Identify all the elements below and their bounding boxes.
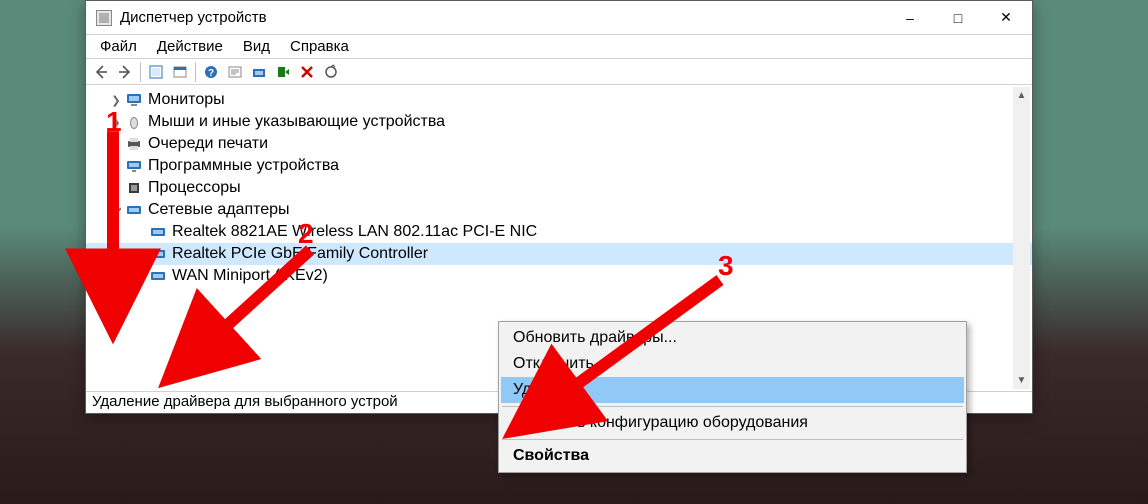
expander-icon[interactable]: ❯ xyxy=(108,182,124,195)
menu-action[interactable]: Действие xyxy=(147,36,233,57)
nic-icon xyxy=(150,268,166,284)
nic-icon xyxy=(150,246,166,262)
toolbar-separator xyxy=(140,62,141,82)
tree-label: Мыши и иные указывающие устройства xyxy=(148,113,445,131)
tree-label: Очереди печати xyxy=(148,135,268,153)
tree-label: Мониторы xyxy=(148,91,225,109)
software-icon xyxy=(126,158,142,174)
context-menu: Обновить драйверы... Отключить Удалить О… xyxy=(498,321,967,473)
annotation-number-2: 2 xyxy=(298,218,314,250)
menubar: Файл Действие Вид Справка xyxy=(86,35,1032,59)
ctx-scan-hardware[interactable]: Обновить конфигурацию оборудования xyxy=(501,410,964,436)
cpu-icon xyxy=(126,180,142,196)
ctx-separator xyxy=(502,406,963,407)
tree-item-wlan[interactable]: Realtek 8821AE Wireless LAN 802.11ac PCI… xyxy=(86,221,1032,243)
mouse-icon xyxy=(126,114,142,130)
monitor-icon xyxy=(126,92,142,108)
tree-label: Сетевые адаптеры xyxy=(148,201,290,219)
close-button[interactable]: ✕ xyxy=(982,3,1030,33)
tree-label: Процессоры xyxy=(148,179,241,197)
scan-hw-button[interactable] xyxy=(224,61,246,83)
menu-help[interactable]: Справка xyxy=(280,36,359,57)
uninstall-button[interactable] xyxy=(296,61,318,83)
tree-item-wanminiport[interactable]: WAN Miniport (IKEv2) xyxy=(86,265,1032,287)
toolbar: ? xyxy=(86,59,1032,85)
tree-item-gbe-selected[interactable]: Realtek PCIe GbE Family Controller xyxy=(86,243,1032,265)
titlebar: Диспетчер устройств – □ ✕ xyxy=(86,1,1032,35)
tree-label: WAN Miniport (IKEv2) xyxy=(172,267,328,285)
tree-label: Программные устройства xyxy=(148,157,339,175)
back-button[interactable] xyxy=(90,61,112,83)
refresh-button[interactable] xyxy=(320,61,342,83)
annotation-number-1: 1 xyxy=(106,106,122,138)
ctx-disable[interactable]: Отключить xyxy=(501,351,964,377)
menu-file[interactable]: Файл xyxy=(90,36,147,57)
update-driver-button[interactable] xyxy=(248,61,270,83)
expander-icon[interactable]: ❯ xyxy=(108,138,124,151)
maximize-button[interactable]: □ xyxy=(934,3,982,33)
printer-icon xyxy=(126,136,142,152)
window-title: Диспетчер устройств xyxy=(120,9,886,26)
ctx-delete[interactable]: Удалить xyxy=(501,377,964,403)
tree-item-network-adapters[interactable]: ❯ Сетевые адаптеры xyxy=(86,199,1032,221)
scroll-down-icon[interactable]: ▼ xyxy=(1013,372,1030,389)
forward-button[interactable] xyxy=(114,61,136,83)
svg-text:?: ? xyxy=(208,68,214,79)
window-controls: – □ ✕ xyxy=(886,3,1030,33)
network-icon xyxy=(126,202,142,218)
vertical-scrollbar[interactable]: ▲ ▼ xyxy=(1013,87,1030,389)
ctx-update-drivers[interactable]: Обновить драйверы... xyxy=(501,325,964,351)
nic-icon xyxy=(150,224,166,240)
ctx-properties[interactable]: Свойства xyxy=(501,443,964,469)
show-hidden-button[interactable] xyxy=(145,61,167,83)
menu-view[interactable]: Вид xyxy=(233,36,280,57)
ctx-separator xyxy=(502,439,963,440)
expander-icon[interactable]: ❯ xyxy=(110,202,123,218)
properties-button[interactable] xyxy=(169,61,191,83)
tree-item-cpus[interactable]: ❯ Процессоры xyxy=(86,177,1032,199)
enable-button[interactable] xyxy=(272,61,294,83)
status-text: Удаление драйвера для выбранного устрой xyxy=(92,393,398,410)
expander-icon[interactable]: ❯ xyxy=(108,160,124,173)
tree-item-software[interactable]: ❯ Программные устройства xyxy=(86,155,1032,177)
tree-item-printqueues[interactable]: ❯ Очереди печати xyxy=(86,133,1032,155)
app-icon xyxy=(96,10,112,26)
annotation-number-3: 3 xyxy=(718,250,734,282)
minimize-button[interactable]: – xyxy=(886,3,934,33)
expander-icon[interactable]: ❯ xyxy=(108,94,124,107)
scroll-up-icon[interactable]: ▲ xyxy=(1013,87,1030,104)
help-button[interactable]: ? xyxy=(200,61,222,83)
tree-item-monitors[interactable]: ❯ Мониторы xyxy=(86,89,1032,111)
tree-item-mice[interactable]: ❯ Мыши и иные указывающие устройства xyxy=(86,111,1032,133)
tree-label: Realtek 8821AE Wireless LAN 802.11ac PCI… xyxy=(172,223,537,241)
toolbar-separator xyxy=(195,62,196,82)
